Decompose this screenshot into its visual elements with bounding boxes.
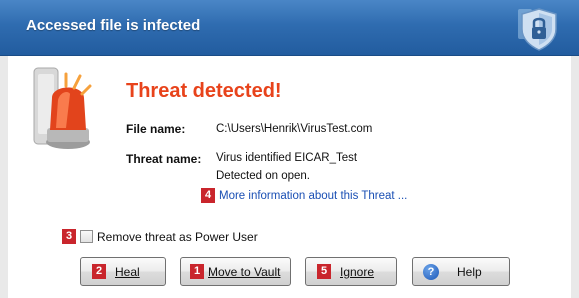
title-bar: Accessed file is infected (0, 0, 579, 56)
ignore-step-badge: 5 (317, 264, 331, 279)
move-to-vault-button[interactable]: 1 Move to Vault (180, 257, 291, 286)
alarm-light-icon (33, 67, 92, 149)
more-info-link-text[interactable]: More information about this Threat ... (219, 190, 407, 202)
info-step-badge: 4 (201, 188, 215, 203)
power-user-label[interactable]: Remove threat as Power User (97, 230, 258, 244)
file-name-value: C:\Users\Henrik\VirusTest.com (216, 123, 373, 135)
power-user-option[interactable]: 3 Remove threat as Power User (62, 229, 258, 244)
ignore-button[interactable]: 5 Ignore (305, 257, 397, 286)
heal-button[interactable]: 2 Heal (80, 257, 166, 286)
help-button[interactable]: ? Help (412, 257, 510, 286)
help-icon: ? (423, 263, 439, 280)
move-step-badge: 1 (190, 264, 204, 279)
file-name-label: File name: (126, 122, 186, 136)
threat-headline: Threat detected! (126, 80, 282, 102)
heal-step-badge: 2 (92, 264, 106, 279)
power-user-step-badge: 3 (62, 229, 76, 244)
help-button-label: Help (457, 264, 482, 279)
detected-status: Detected on open. (216, 170, 310, 182)
shield-lock-icon (518, 8, 557, 51)
threat-name-value: Virus identified EICAR_Test (216, 152, 358, 164)
power-user-checkbox[interactable] (80, 230, 93, 243)
threat-name-label: Threat name: (126, 152, 202, 166)
heal-button-label: Heal (115, 264, 140, 279)
ignore-button-label: Ignore (340, 264, 375, 279)
window-title: Accessed file is infected (26, 17, 201, 34)
more-info-link[interactable]: 4 More information about this Threat ... (201, 188, 407, 203)
move-to-vault-button-label: Move to Vault (208, 264, 281, 279)
